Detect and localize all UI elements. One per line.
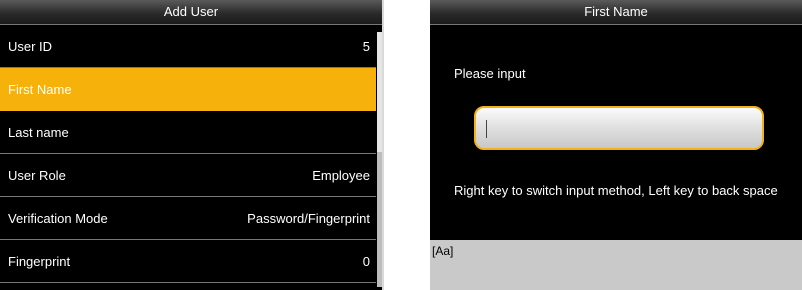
text-caret [486,120,487,138]
input-screen-title: First Name [430,0,802,25]
first-name-input-screen: First Name Please input Right key to swi… [430,0,802,290]
scrollbar-thumb[interactable] [377,32,382,152]
menu-item-value: 5 [362,38,370,54]
menu-item-label: User ID [8,38,53,54]
input-method-indicator[interactable]: [Aa] [432,244,453,258]
menu-item-first-name[interactable]: First Name [0,68,376,111]
menu-item-label: Fingerprint [8,253,71,269]
add-user-title: Add User [0,0,382,25]
menu-item-label: Last name [8,124,69,140]
menu-item-value: Employee [312,167,370,183]
menu-item-value: Password/Fingerprint [247,210,370,226]
menu-item-user-id[interactable]: User ID 5 [0,25,376,68]
add-user-menu: User ID 5 First Name Last name User Role… [0,25,376,283]
menu-item-fingerprint[interactable]: Fingerprint 0 [0,240,376,283]
add-user-screen: Add User User ID 5 First Name Last name … [0,0,384,290]
first-name-input[interactable] [474,106,764,150]
input-method-bar: [Aa] [430,240,802,290]
menu-item-label: User Role [8,167,66,183]
menu-scrollbar[interactable] [377,32,382,287]
input-method-hint: Right key to switch input method, Left k… [454,183,778,198]
menu-item-last-name[interactable]: Last name [0,111,376,154]
menu-item-label: First Name [8,81,72,97]
menu-item-user-role[interactable]: User Role Employee [0,154,376,197]
menu-item-value: 0 [362,253,370,269]
menu-item-label: Verification Mode [8,210,108,226]
menu-item-verification-mode[interactable]: Verification Mode Password/Fingerprint [0,197,376,240]
input-prompt: Please input [454,66,526,81]
